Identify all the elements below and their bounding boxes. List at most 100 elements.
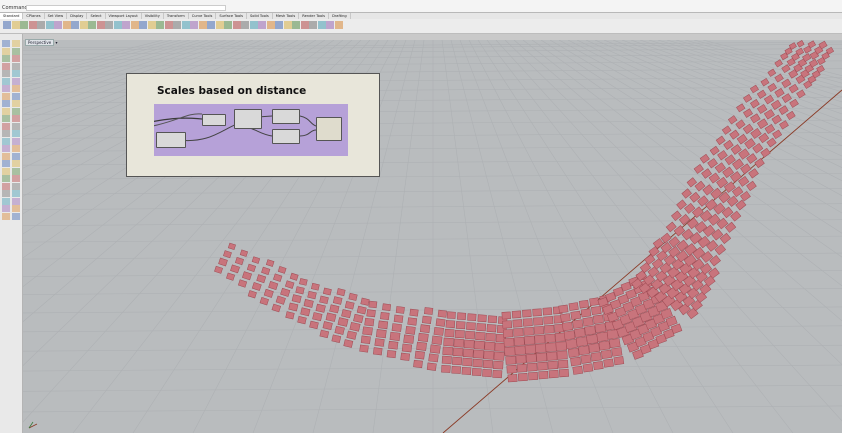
sidebar-tool-icon[interactable]	[12, 77, 20, 85]
sidebar-tool-icon[interactable]	[12, 55, 20, 62]
toolbar-tool-icon[interactable]	[164, 21, 173, 29]
gh-scale-component-a[interactable]	[272, 109, 300, 124]
toolbar-tool-icon[interactable]	[122, 21, 130, 29]
toolbar-tool-icon[interactable]	[113, 21, 122, 29]
toolbar-tool-icon[interactable]	[241, 21, 249, 29]
toolbar-tool-icon[interactable]	[181, 21, 190, 29]
sidebar-tool-icon[interactable]	[2, 55, 10, 62]
sidebar-tool-icon[interactable]	[2, 77, 10, 85]
sidebar-tool-icon[interactable]	[2, 122, 10, 130]
gh-point-component[interactable]	[156, 132, 186, 148]
sidebar-tool-icon[interactable]	[12, 85, 20, 92]
toolbar-tool-icon[interactable]	[326, 21, 334, 29]
toolbar-tool-icon[interactable]	[45, 21, 54, 29]
sidebar-tool-icon[interactable]	[2, 107, 10, 115]
sidebar-tool-icon[interactable]	[2, 167, 10, 175]
gh-curve-component[interactable]	[202, 114, 226, 126]
sidebar-tool-icon[interactable]	[2, 137, 10, 145]
sidebar-tool-icon[interactable]	[12, 212, 20, 220]
sidebar-tool-icon[interactable]	[12, 70, 20, 77]
sidebar-tool-icon[interactable]	[12, 100, 20, 107]
toolbar-tool-icon[interactable]	[156, 21, 164, 29]
toolbar-tool-icon[interactable]	[147, 21, 156, 29]
toolbar-tool-icon[interactable]	[309, 21, 317, 29]
toolbar-tool-icon[interactable]	[130, 21, 139, 29]
toolbar-tool-icon[interactable]	[224, 21, 232, 29]
scaled-panel	[251, 282, 262, 291]
sidebar-tool-icon[interactable]	[12, 107, 20, 115]
toolbar-tool-icon[interactable]	[198, 21, 207, 29]
toolbar-tool-icon[interactable]	[249, 21, 258, 29]
sidebar-tool-icon[interactable]	[12, 175, 20, 182]
sidebar-tool-icon[interactable]	[2, 62, 10, 70]
sidebar-tool-icon[interactable]	[12, 167, 20, 175]
toolbar-tool-icon[interactable]	[283, 21, 292, 29]
sidebar-tool-icon[interactable]	[12, 115, 20, 122]
toolbar-tool-icon[interactable]	[71, 21, 79, 29]
sidebar-tool-icon[interactable]	[12, 47, 20, 55]
toolbar-tool-icon[interactable]	[258, 21, 266, 29]
toolbar-tool-icon[interactable]	[207, 21, 215, 29]
sidebar-tool-icon[interactable]	[2, 47, 10, 55]
gh-distance-component[interactable]	[234, 109, 262, 129]
sidebar-tool-icon[interactable]	[12, 152, 20, 160]
viewport-title[interactable]: Perspective ▾	[23, 39, 57, 46]
sidebar-tool-icon[interactable]	[2, 175, 10, 182]
toolbar-tool-icon[interactable]	[139, 21, 147, 29]
sidebar-tool-icon[interactable]	[2, 92, 10, 100]
toolbar-tool-icon[interactable]	[20, 21, 28, 29]
scaled-panel	[493, 360, 504, 370]
toolbar-tool-icon[interactable]	[190, 21, 198, 29]
grid-line	[23, 53, 842, 61]
sidebar-tool-icon[interactable]	[2, 145, 10, 152]
sidebar-tool-icon[interactable]	[12, 92, 20, 100]
toolbar-tool-icon[interactable]	[79, 21, 88, 29]
toolbar-tool-icon[interactable]	[62, 21, 71, 29]
sidebar-tool-icon[interactable]	[2, 152, 10, 160]
toolbar-tool-icon[interactable]	[292, 21, 300, 29]
sidebar-tool-icon[interactable]	[2, 205, 10, 212]
sidebar-tool-icon[interactable]	[12, 197, 20, 205]
sidebar-tool-icon[interactable]	[2, 212, 10, 220]
sidebar-tool-icon[interactable]	[12, 137, 20, 145]
sidebar-tool-icon[interactable]	[2, 70, 10, 77]
sidebar-tool-icon[interactable]	[2, 85, 10, 92]
sidebar-tool-icon[interactable]	[2, 190, 10, 197]
sidebar-tool-icon[interactable]	[12, 130, 20, 137]
sidebar-tool-icon[interactable]	[2, 182, 10, 190]
toolbar-tool-icon[interactable]	[215, 21, 224, 29]
toolbar-tool-icon[interactable]	[266, 21, 275, 29]
gh-scale-component-b[interactable]	[272, 129, 300, 144]
sidebar-tool-icon[interactable]	[2, 100, 10, 107]
sidebar-tool-icon[interactable]	[12, 205, 20, 212]
toolbar-tool-icon[interactable]	[54, 21, 62, 29]
sidebar-tool-icon[interactable]	[12, 40, 20, 47]
sidebar-tool-icon[interactable]	[2, 115, 10, 122]
toolbar-tool-icon[interactable]	[300, 21, 309, 29]
gh-output-component[interactable]	[316, 117, 342, 141]
toolbar-tool-icon[interactable]	[275, 21, 283, 29]
sidebar-tool-icon[interactable]	[12, 145, 20, 152]
sidebar-tool-icon[interactable]	[2, 160, 10, 167]
toolbar-tool-icon[interactable]	[96, 21, 105, 29]
toolbar-tool-icon[interactable]	[334, 21, 343, 29]
sidebar-tool-icon[interactable]	[12, 190, 20, 197]
toolbar-tool-icon[interactable]	[37, 21, 45, 29]
sidebar-tool-icon[interactable]	[12, 160, 20, 167]
sidebar-tool-icon[interactable]	[12, 122, 20, 130]
command-input[interactable]	[26, 5, 226, 11]
toolbar-tool-icon[interactable]	[317, 21, 326, 29]
scaled-panel	[594, 323, 607, 333]
toolbar-tool-icon[interactable]	[105, 21, 113, 29]
sidebar-tool-icon[interactable]	[2, 130, 10, 137]
sidebar-tool-icon[interactable]	[12, 182, 20, 190]
toolbar-tool-icon[interactable]	[232, 21, 241, 29]
toolbar-tool-icon[interactable]	[3, 21, 11, 29]
toolbar-tool-icon[interactable]	[173, 21, 181, 29]
toolbar-tool-icon[interactable]	[11, 21, 20, 29]
toolbar-tool-icon[interactable]	[28, 21, 37, 29]
sidebar-tool-icon[interactable]	[12, 62, 20, 70]
sidebar-tool-icon[interactable]	[2, 197, 10, 205]
sidebar-tool-icon[interactable]	[2, 40, 10, 47]
toolbar-tool-icon[interactable]	[88, 21, 96, 29]
